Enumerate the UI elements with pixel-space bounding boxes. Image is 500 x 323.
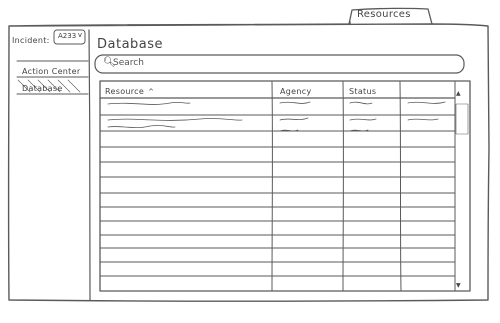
column-header-blank[interactable] [404, 87, 454, 97]
search-input[interactable]: 🔍︎ Search [95, 55, 462, 72]
sidebar-item-action-center[interactable]: Action Center [22, 67, 80, 76]
incident-value: A233 [58, 32, 77, 40]
incident-label: Incident: [12, 36, 50, 45]
column-header-status[interactable]: Status [349, 87, 376, 96]
search-placeholder: Search [113, 58, 144, 68]
scroll-down-arrow[interactable]: ▼ [456, 282, 461, 289]
scroll-up-arrow[interactable]: ▲ [456, 90, 461, 97]
column-header-agency[interactable]: Agency [280, 87, 311, 96]
column-header-resource[interactable]: Resource ^ [105, 87, 154, 96]
chevron-down-icon: v [77, 31, 82, 39]
sort-icon: ^ [148, 88, 155, 96]
page-title: Database [97, 37, 164, 52]
wireframe-sketch [7, 7, 490, 302]
incident-select[interactable]: A233 v [56, 30, 84, 43]
sidebar-item-database[interactable]: Database [22, 84, 63, 93]
column-header-label: Resource [105, 87, 145, 96]
tab-resources[interactable]: Resources [357, 9, 411, 20]
